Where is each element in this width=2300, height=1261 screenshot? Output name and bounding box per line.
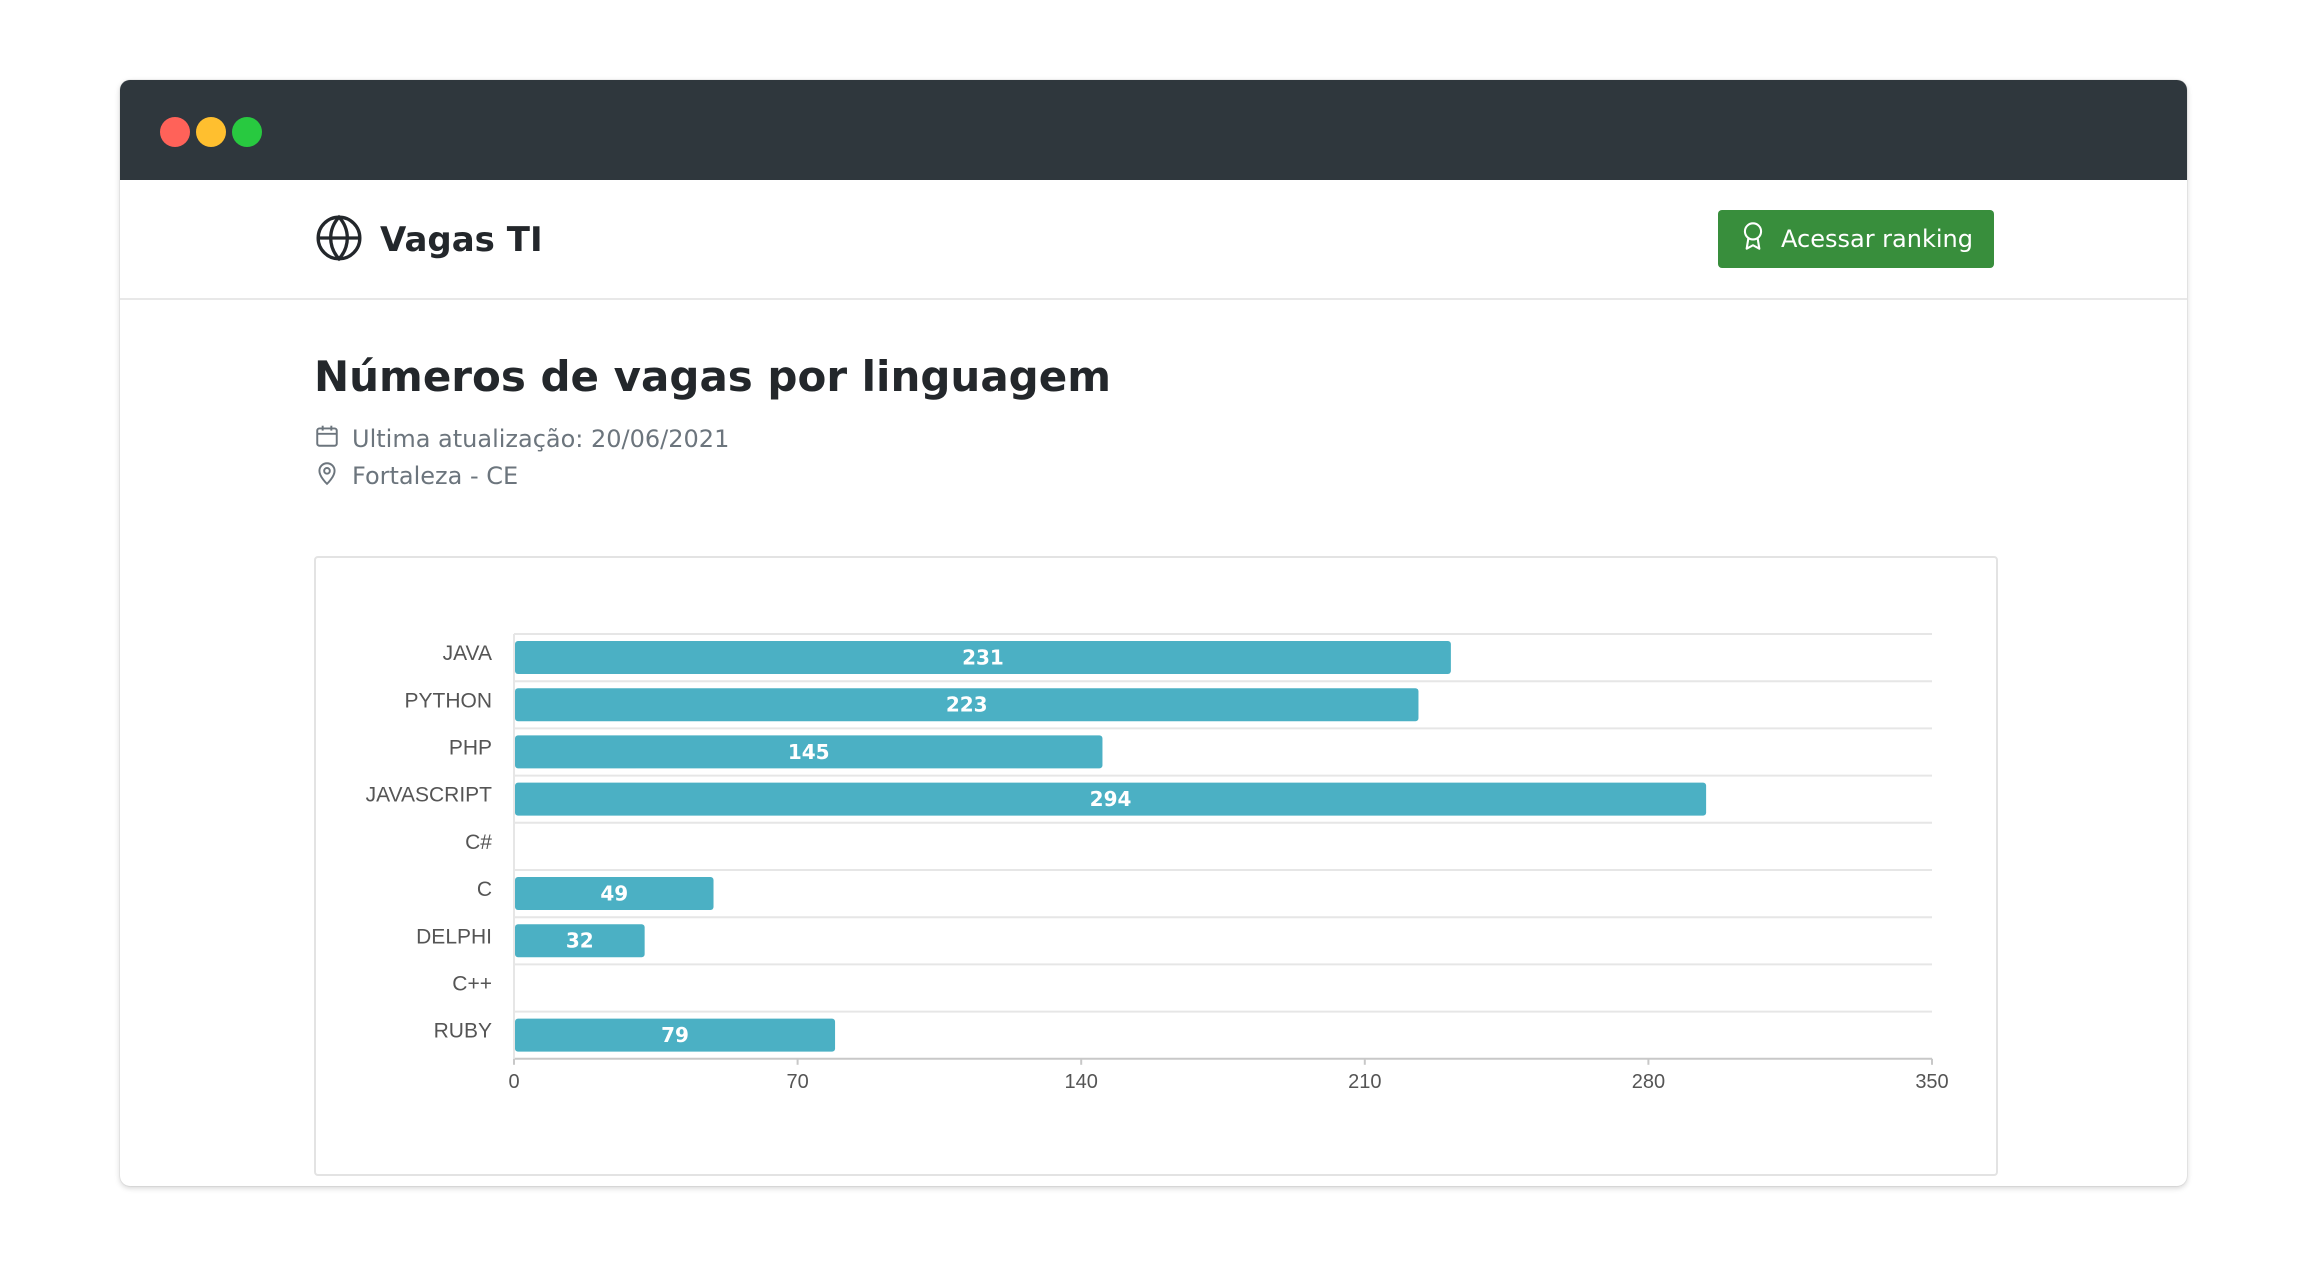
bar-value-label: 223 [946, 693, 988, 717]
minimize-window-button[interactable] [196, 117, 226, 147]
window-titlebar [120, 80, 2187, 180]
category-label: C [477, 878, 492, 901]
x-tick-label: 70 [786, 1071, 808, 1093]
calendar-icon [314, 423, 352, 455]
category-label: PHP [449, 737, 492, 760]
x-tick-label: 280 [1632, 1071, 1665, 1093]
location: Fortaleza - CE [314, 460, 518, 492]
page-title: Números de vagas por linguagem [314, 352, 1111, 401]
last-update: Ultima atualização: 20/06/2021 [314, 423, 729, 455]
chart-card: JAVA 231 PYTHON 223 PHP 145 JAVASCRIPT 294 C# C 49… [314, 556, 1998, 1176]
brand-name: Vagas TI [380, 220, 543, 260]
bar-value-label: 231 [962, 646, 1004, 670]
location-text: Fortaleza - CE [352, 462, 519, 490]
last-update-text: Ultima atualização: 20/06/2021 [352, 425, 730, 453]
x-tick-label: 140 [1065, 1071, 1098, 1093]
ranking-button[interactable]: Acessar ranking [1718, 210, 1994, 268]
category-label: JAVA [443, 642, 492, 665]
bar-value-label: 32 [566, 929, 594, 953]
category-label: JAVASCRIPT [366, 784, 493, 807]
category-label: PYTHON [404, 689, 492, 712]
bar-value-label: 145 [788, 740, 830, 764]
maximize-window-button[interactable] [232, 117, 262, 147]
bar-chart: JAVA 231 PYTHON 223 PHP 145 JAVASCRIPT 294 C# C 49… [366, 633, 1949, 1093]
category-label: C++ [452, 973, 492, 996]
award-icon [1739, 221, 1781, 257]
browser-window: Vagas TI Acessar ranking Números de vaga… [120, 80, 2187, 1186]
x-tick-label: 0 [508, 1071, 519, 1093]
bar-value-label: 294 [1090, 787, 1132, 811]
x-tick-label: 210 [1348, 1071, 1381, 1093]
navbar: Vagas TI Acessar ranking [120, 180, 2187, 300]
brand[interactable]: Vagas TI [314, 214, 543, 266]
bar-value-label: 49 [600, 882, 628, 906]
x-tick-label: 350 [1915, 1071, 1948, 1093]
category-label: DELPHI [416, 925, 492, 948]
ranking-button-label: Acessar ranking [1781, 225, 1973, 253]
category-label: C# [465, 831, 492, 854]
close-window-button[interactable] [160, 117, 190, 147]
location-pin-icon [314, 460, 352, 492]
globe-icon [314, 213, 364, 267]
category-label: RUBY [434, 1020, 492, 1043]
bar-value-label: 79 [661, 1023, 689, 1047]
